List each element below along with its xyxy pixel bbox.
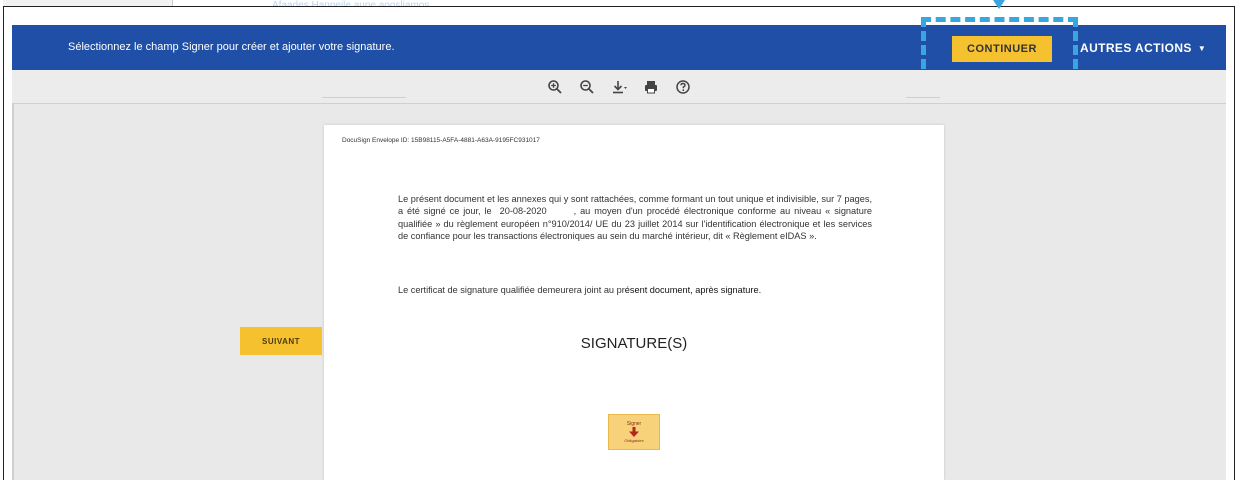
signature-date: 20-08-2020 xyxy=(499,206,547,217)
signatures-heading: SIGNATURE(S) xyxy=(580,335,688,352)
help-icon[interactable] xyxy=(671,76,695,98)
arrow-down-icon xyxy=(629,427,639,437)
envelope-id: DocuSign Envelope ID: 15B98115-A5FA-4881… xyxy=(342,137,540,144)
page-edge-mark xyxy=(906,97,940,98)
certificate-text: Le certificat de signature qualifiée dem… xyxy=(398,285,625,295)
more-actions-menu[interactable]: AUTRES ACTIONS ▼ xyxy=(1080,41,1206,55)
zoom-out-icon[interactable] xyxy=(575,76,599,98)
page-edge-mark xyxy=(322,97,406,98)
print-icon[interactable] xyxy=(639,76,663,98)
pointer-arrow-icon xyxy=(993,0,1005,9)
attestation-paragraph: Le présent document et les annexes qui y… xyxy=(398,193,872,242)
certificate-bold-text: ésent document, après signature. xyxy=(624,285,762,295)
instruction-text: Sélectionnez le champ Signer pour créer … xyxy=(68,41,395,53)
more-actions-label: AUTRES ACTIONS xyxy=(1080,41,1192,55)
document-page: DocuSign Envelope ID: 15B98115-A5FA-4881… xyxy=(324,125,944,480)
next-button[interactable]: SUIVANT xyxy=(240,327,322,355)
viewer-divider xyxy=(12,104,14,480)
document-toolbar xyxy=(12,70,1226,104)
zoom-in-icon[interactable] xyxy=(543,76,567,98)
caret-down-icon: ▼ xyxy=(1197,43,1207,53)
download-icon[interactable] xyxy=(607,76,631,98)
certificate-note: Le certificat de signature qualifiée dem… xyxy=(398,285,872,295)
sign-field[interactable]: Signer Obligatoire xyxy=(608,414,660,450)
sign-field-sublabel: Obligatoire xyxy=(624,438,644,443)
